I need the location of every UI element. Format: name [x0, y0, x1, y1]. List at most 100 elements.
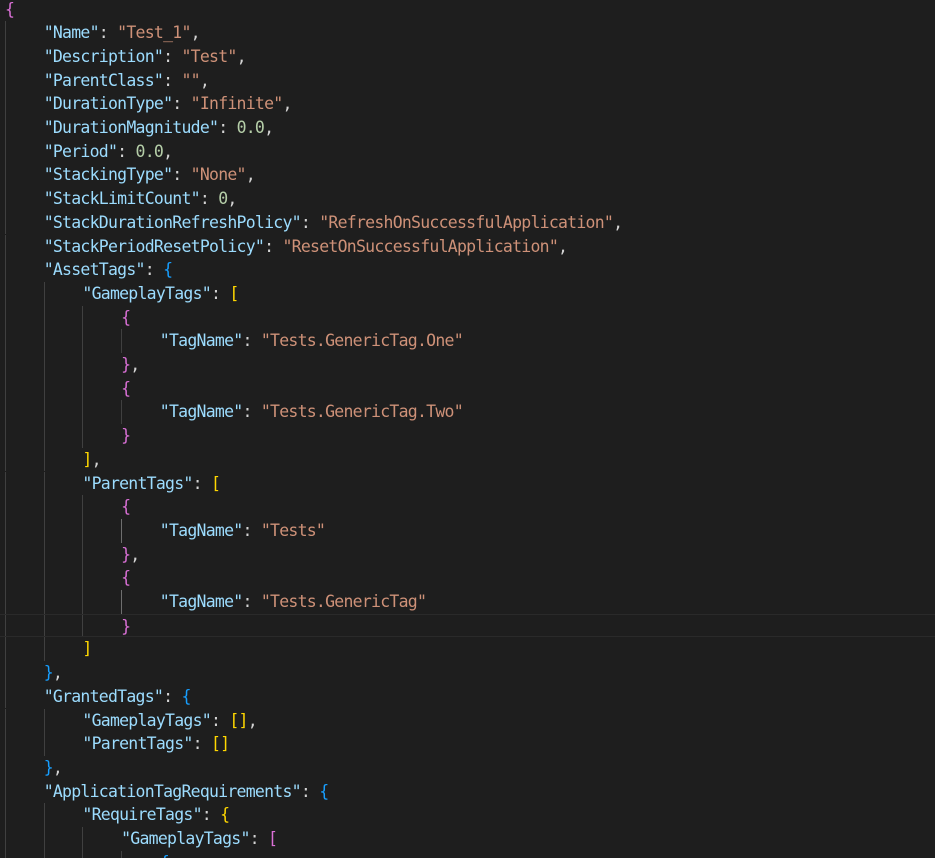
- code-line[interactable]: {: [0, 0, 935, 21]
- code-line[interactable]: "GameplayTags": [: [0, 281, 935, 306]
- punctuation-token: ,: [247, 710, 258, 730]
- indent-guide: [5, 566, 6, 590]
- code-line[interactable]: {: [0, 376, 935, 401]
- punctuation-token: ,: [245, 165, 256, 185]
- indent-guide: [5, 827, 6, 851]
- line-content: "ApplicationTagRequirements": {: [44, 780, 329, 804]
- punctuation-token: ,: [558, 236, 568, 256]
- code-editor[interactable]: {"Name": "Test_1", "Description": "Test",…: [0, 0, 935, 858]
- punctuation-token: ,: [199, 70, 210, 90]
- json-key-token: "DurationMagnitude": [43, 118, 219, 137]
- indent-guide: [5, 590, 6, 614]
- code-line[interactable]: },: [0, 755, 935, 780]
- bracket-token: }: [121, 355, 131, 374]
- code-line[interactable]: "Description": "Test",: [0, 44, 935, 69]
- code-line[interactable]: {: [0, 850, 935, 858]
- code-line[interactable]: },: [0, 661, 935, 685]
- code-line[interactable]: {: [0, 566, 935, 590]
- indent-guide: [5, 755, 6, 780]
- indent-guide: [43, 590, 45, 614]
- code-line[interactable]: "Name": "Test_1",: [0, 21, 935, 45]
- punctuation-token: :: [201, 805, 221, 825]
- punctuation-token: :: [172, 94, 191, 114]
- code-line[interactable]: "ApplicationTagRequirements": {: [0, 779, 935, 804]
- line-content: "TagName": "Tests.GenericTag.Two": [160, 400, 464, 424]
- bracket-token: {: [121, 378, 131, 398]
- indent-guide: [82, 400, 84, 425]
- code-line[interactable]: "StackPeriodResetPolicy": "ResetOnSucces…: [0, 234, 935, 259]
- punctuation-token: :: [242, 520, 261, 540]
- bracket-token: }: [43, 663, 54, 683]
- json-key-token: "StackPeriodResetPolicy": [43, 236, 265, 256]
- punctuation-token: ,: [613, 212, 623, 232]
- punctuation-token: :: [242, 592, 261, 611]
- code-line[interactable]: "ParentClass": "",: [0, 68, 935, 93]
- code-line[interactable]: "Period": 0.0,: [0, 139, 935, 164]
- indent-guide: [82, 329, 84, 353]
- code-line[interactable]: {: [0, 495, 935, 519]
- bracket-token: {: [220, 805, 230, 825]
- line-content: {: [160, 851, 170, 858]
- line-content: "StackingType": "None",: [44, 163, 256, 187]
- indent-guide: [82, 566, 84, 590]
- code-line[interactable]: "StackDurationRefreshPolicy": "RefreshOn…: [0, 210, 935, 235]
- code-line[interactable]: },: [0, 542, 935, 567]
- line-content: ]: [82, 637, 92, 661]
- indent-guide: [43, 518, 45, 543]
- indent-guide: [82, 518, 84, 543]
- line-content: },: [43, 661, 63, 685]
- code-line[interactable]: "GameplayTags": [: [0, 827, 935, 851]
- code-line[interactable]: "TagName": "Tests.GenericTag.Two": [0, 400, 935, 425]
- indent-guide: [5, 708, 6, 733]
- indent-guide: [5, 329, 6, 353]
- code-line[interactable]: ]: [0, 637, 935, 662]
- code-line[interactable]: "ParentTags": []: [0, 732, 935, 756]
- punctuation-token: :: [210, 710, 230, 730]
- code-line[interactable]: "GameplayTags": [],: [0, 708, 935, 733]
- line-content: {: [121, 377, 131, 401]
- code-line[interactable]: "RequireTags": {: [0, 803, 935, 827]
- indent-guide: [43, 376, 45, 401]
- code-line[interactable]: "TagName": "Tests": [0, 518, 935, 543]
- punctuation-token: :: [199, 189, 219, 209]
- json-key-token: "StackLimitCount": [43, 189, 201, 209]
- code-line[interactable]: }: [0, 424, 935, 448]
- code-line[interactable]: "TagName": "Tests.GenericTag": [0, 590, 935, 614]
- line-content: "ParentClass": "",: [44, 69, 210, 93]
- json-string-token: "ResetOnSuccessfulApplication": [282, 236, 558, 256]
- bracket-token: {: [121, 568, 131, 588]
- line-content: "GameplayTags": [: [121, 827, 278, 851]
- punctuation-token: ,: [52, 757, 63, 777]
- indent-guide: [43, 424, 45, 448]
- code-line[interactable]: "StackLimitCount": 0,: [0, 187, 935, 211]
- json-key-token: "GameplayTags": [82, 710, 211, 730]
- punctuation-token: ,: [163, 141, 173, 161]
- code-line[interactable]: "ParentTags": [: [0, 471, 935, 496]
- bracket-token: {: [121, 307, 131, 327]
- code-line[interactable]: },: [0, 353, 935, 377]
- indent-guide: [43, 495, 45, 519]
- indent-guide: [5, 779, 6, 804]
- punctuation-token: ,: [282, 94, 292, 114]
- json-key-token: "ParentTags": [82, 734, 193, 754]
- indent-guide: [82, 376, 84, 401]
- code-line[interactable]: }: [0, 613, 935, 638]
- json-key-token: "GrantedTags": [43, 686, 164, 706]
- punctuation-token: ,: [130, 355, 140, 374]
- code-line[interactable]: "GrantedTags": {: [0, 684, 935, 709]
- line-content: "Period": 0.0,: [44, 140, 173, 164]
- code-line[interactable]: "TagName": "Tests.GenericTag.One": [0, 329, 935, 353]
- punctuation-token: :: [242, 331, 261, 351]
- bracket-token: }: [121, 426, 131, 446]
- code-line[interactable]: "AssetTags": {: [0, 258, 935, 282]
- punctuation-token: :: [242, 402, 261, 422]
- line-content: "GameplayTags": [],: [82, 709, 257, 733]
- code-line[interactable]: "DurationMagnitude": 0.0,: [0, 116, 935, 140]
- code-line[interactable]: "StackingType": "None",: [0, 163, 935, 188]
- indent-guide: [5, 495, 6, 519]
- code-line[interactable]: {: [0, 305, 935, 330]
- indent-guide: [5, 614, 6, 637]
- code-line[interactable]: ],: [0, 447, 935, 472]
- punctuation-token: :: [117, 141, 136, 161]
- code-line[interactable]: "DurationType": "Infinite",: [0, 92, 935, 116]
